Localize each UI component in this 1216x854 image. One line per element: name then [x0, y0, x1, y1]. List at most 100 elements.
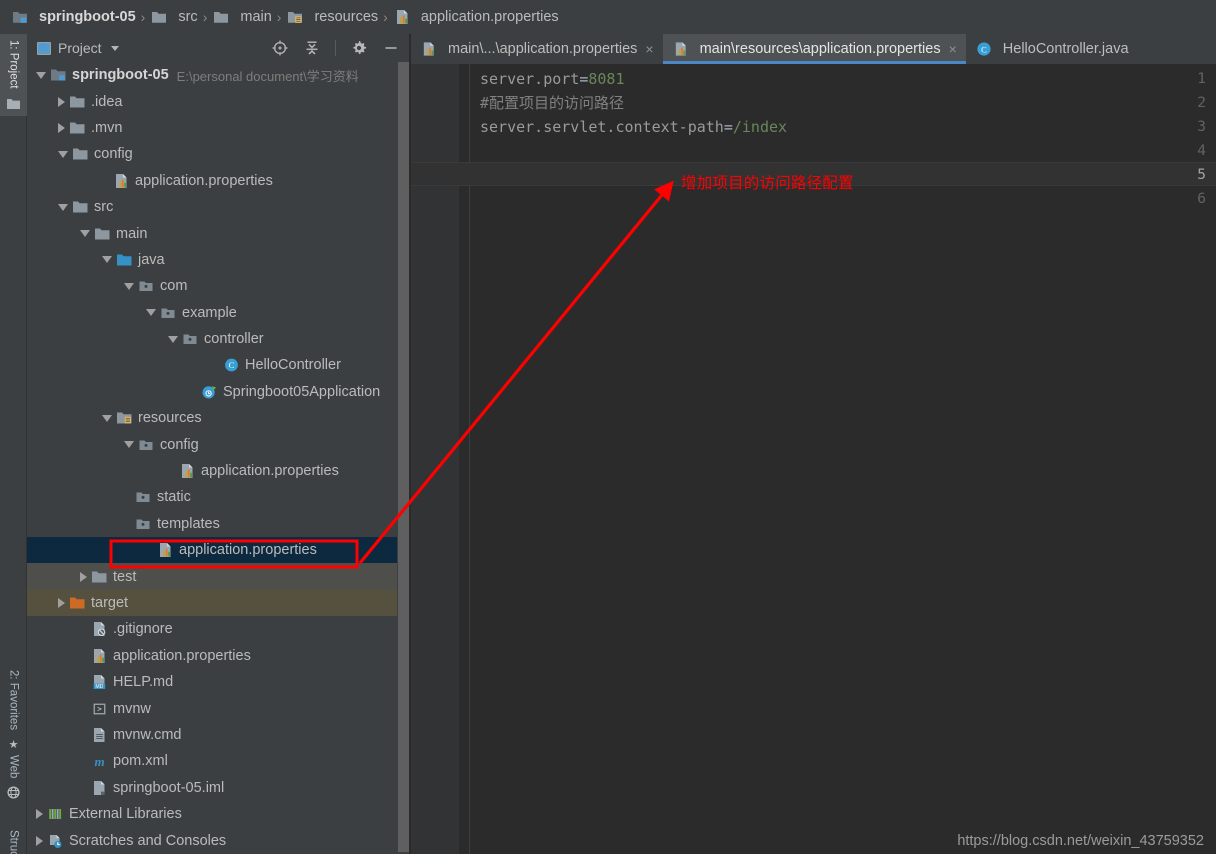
sidebar-tab-project[interactable]: 1: Project — [0, 34, 27, 116]
tree-row-config[interactable]: config — [27, 141, 410, 167]
spring-run-class-icon — [202, 386, 217, 399]
close-icon[interactable]: × — [949, 42, 957, 56]
svg-text:C: C — [981, 44, 987, 54]
svg-text:MD: MD — [95, 684, 103, 690]
project-folder-icon — [7, 98, 20, 109]
scrollbar-thumb[interactable] — [398, 62, 409, 852]
tree-row-mvnw-cmd[interactable]: mvnw.cmd — [27, 722, 410, 748]
code-token: #配置项目的访问路径 — [480, 94, 625, 112]
breadcrumb-item-src[interactable]: src — [147, 4, 201, 30]
tree-row-label: springboot-05.iml — [113, 779, 225, 796]
tree-row-application-properties[interactable]: application.properties — [27, 537, 410, 564]
tree-row-resources[interactable]: resources — [27, 405, 410, 431]
locate-icon[interactable] — [271, 39, 289, 57]
tree-row--gitignore[interactable]: .gitignore — [27, 616, 410, 642]
project-panel-title: Project — [58, 40, 102, 56]
expand-arrow-collapsed-icon[interactable] — [36, 809, 43, 820]
expand-arrow-expanded-icon[interactable] — [58, 203, 68, 211]
expand-arrow-expanded-icon[interactable] — [80, 230, 90, 238]
close-icon[interactable]: × — [645, 42, 653, 56]
properties-file-icon — [423, 42, 434, 56]
tree-row-label: mvnw — [113, 700, 151, 717]
tree-row-config[interactable]: config — [27, 431, 410, 457]
expand-arrow-expanded-icon[interactable] — [124, 282, 134, 290]
editor-tab-label: HelloController.java — [1002, 41, 1129, 57]
tree-row--idea[interactable]: .idea — [27, 88, 410, 114]
expand-arrow-collapsed-icon[interactable] — [36, 835, 43, 846]
tree-row-java[interactable]: java — [27, 247, 410, 273]
tree-row-label: main — [116, 225, 148, 242]
code-line[interactable]: #配置项目的访问路径 — [480, 91, 624, 115]
expand-arrow-collapsed-icon[interactable] — [80, 571, 87, 582]
sidebar-tab-structure[interactable]: Structure — [0, 824, 27, 854]
tree-row-help-md[interactable]: MD HELP.md — [27, 669, 410, 695]
sidebar-tab-favorites[interactable]: 2: Favorites ★ — [0, 664, 27, 761]
expand-arrow-expanded-icon[interactable] — [146, 309, 156, 317]
watermark-url: https://blog.csdn.net/weixin_43759352 — [957, 833, 1204, 849]
code-token: = — [723, 118, 733, 136]
expand-arrow-expanded-icon[interactable] — [58, 150, 68, 158]
tree-row-main[interactable]: main — [27, 220, 410, 246]
minimize-icon[interactable] — [382, 39, 400, 57]
package-icon — [183, 334, 197, 345]
tree-row-springboot-05-iml[interactable]: springboot-05.iml — [27, 775, 410, 801]
sidebar-tab-web[interactable]: Web — [0, 749, 27, 811]
tree-row-example[interactable]: example — [27, 300, 410, 326]
project-view-selector[interactable]: Project — [37, 40, 119, 56]
tree-row-application-properties[interactable]: application.properties — [27, 643, 410, 669]
tree-row-com[interactable]: com — [27, 273, 410, 299]
editor-tab-label: main\resources\application.properties — [699, 41, 941, 57]
tree-row-controller[interactable]: controller — [27, 326, 410, 352]
folder-icon — [73, 148, 88, 160]
tree-row-external-libraries[interactable]: External Libraries — [27, 801, 410, 827]
line-number: 6 — [1197, 191, 1206, 207]
tree-row-test[interactable]: test — [27, 563, 410, 590]
expand-arrow-collapsed-icon[interactable] — [58, 598, 65, 608]
markdown-file-icon: MD — [93, 675, 106, 690]
expand-arrow-expanded-icon[interactable] — [124, 441, 134, 449]
expand-arrow-collapsed-icon[interactable] — [58, 122, 65, 133]
editor-tab-2[interactable]: C HelloController.java — [966, 34, 1138, 64]
tree-row-application-properties[interactable]: application.properties — [27, 168, 410, 194]
tree-row-scratches-and-consoles[interactable]: Scratches and Consoles — [27, 827, 410, 853]
folder-icon — [73, 201, 88, 213]
editor-tab-0[interactable]: main\...\application.properties × — [411, 34, 663, 64]
tree-row--mvn[interactable]: .mvn — [27, 115, 410, 141]
expand-arrow-expanded-icon[interactable] — [102, 256, 112, 264]
tree-row-label: templates — [157, 515, 220, 532]
tree-row-mvnw[interactable]: > mvnw — [27, 695, 410, 721]
tree-row-path: E:\personal document\学习资料 — [176, 68, 359, 84]
tree-row-springboot05application[interactable]: Springboot05Application — [27, 379, 410, 405]
project-panel-header: Project — [27, 34, 410, 62]
breadcrumb-item-resources[interactable]: resources — [283, 4, 382, 30]
breadcrumb-item-project[interactable]: springboot-05 — [8, 4, 140, 30]
web-globe-icon — [7, 786, 20, 800]
tree-row-templates[interactable]: templates — [27, 511, 410, 537]
expand-arrow-expanded-icon[interactable] — [102, 414, 112, 422]
breadcrumb-separator: › — [202, 9, 208, 25]
code-line[interactable]: server.servlet.context-path=/index — [480, 115, 787, 139]
editor-tab-1[interactable]: main\resources\application.properties × — [662, 34, 966, 64]
package-icon — [136, 519, 150, 529]
tree-row-target[interactable]: target — [27, 589, 410, 617]
tree-row-label: target — [91, 595, 129, 611]
breadcrumb-item-file[interactable]: application.properties — [390, 4, 563, 30]
expand-arrow-expanded-icon[interactable] — [168, 335, 178, 343]
project-tree[interactable]: springboot-05 E:\personal document\学习资料 .i… — [27, 62, 410, 854]
module-icon — [51, 69, 66, 81]
tree-row-pom-xml[interactable]: m pom.xml — [27, 748, 410, 774]
tree-row-static[interactable]: static — [27, 484, 410, 510]
tree-row-label: .mvn — [91, 119, 123, 136]
tree-row-hellocontroller[interactable]: C HelloController — [27, 352, 410, 378]
breadcrumb-item-main[interactable]: main — [209, 4, 275, 30]
tree-row-application-properties[interactable]: application.properties — [27, 458, 410, 484]
code-line[interactable]: server.port=8081 — [480, 67, 625, 91]
tree-row-springboot-05[interactable]: springboot-05 E:\personal document\学习资料 — [27, 62, 410, 88]
tree-row-src[interactable]: src — [27, 194, 410, 220]
gear-icon[interactable] — [350, 39, 368, 57]
expand-arrow-expanded-icon[interactable] — [36, 71, 46, 79]
package-icon — [139, 281, 153, 292]
collapse-all-icon[interactable] — [303, 39, 321, 57]
shell-script-icon: > — [93, 703, 106, 714]
expand-arrow-collapsed-icon[interactable] — [58, 96, 65, 107]
